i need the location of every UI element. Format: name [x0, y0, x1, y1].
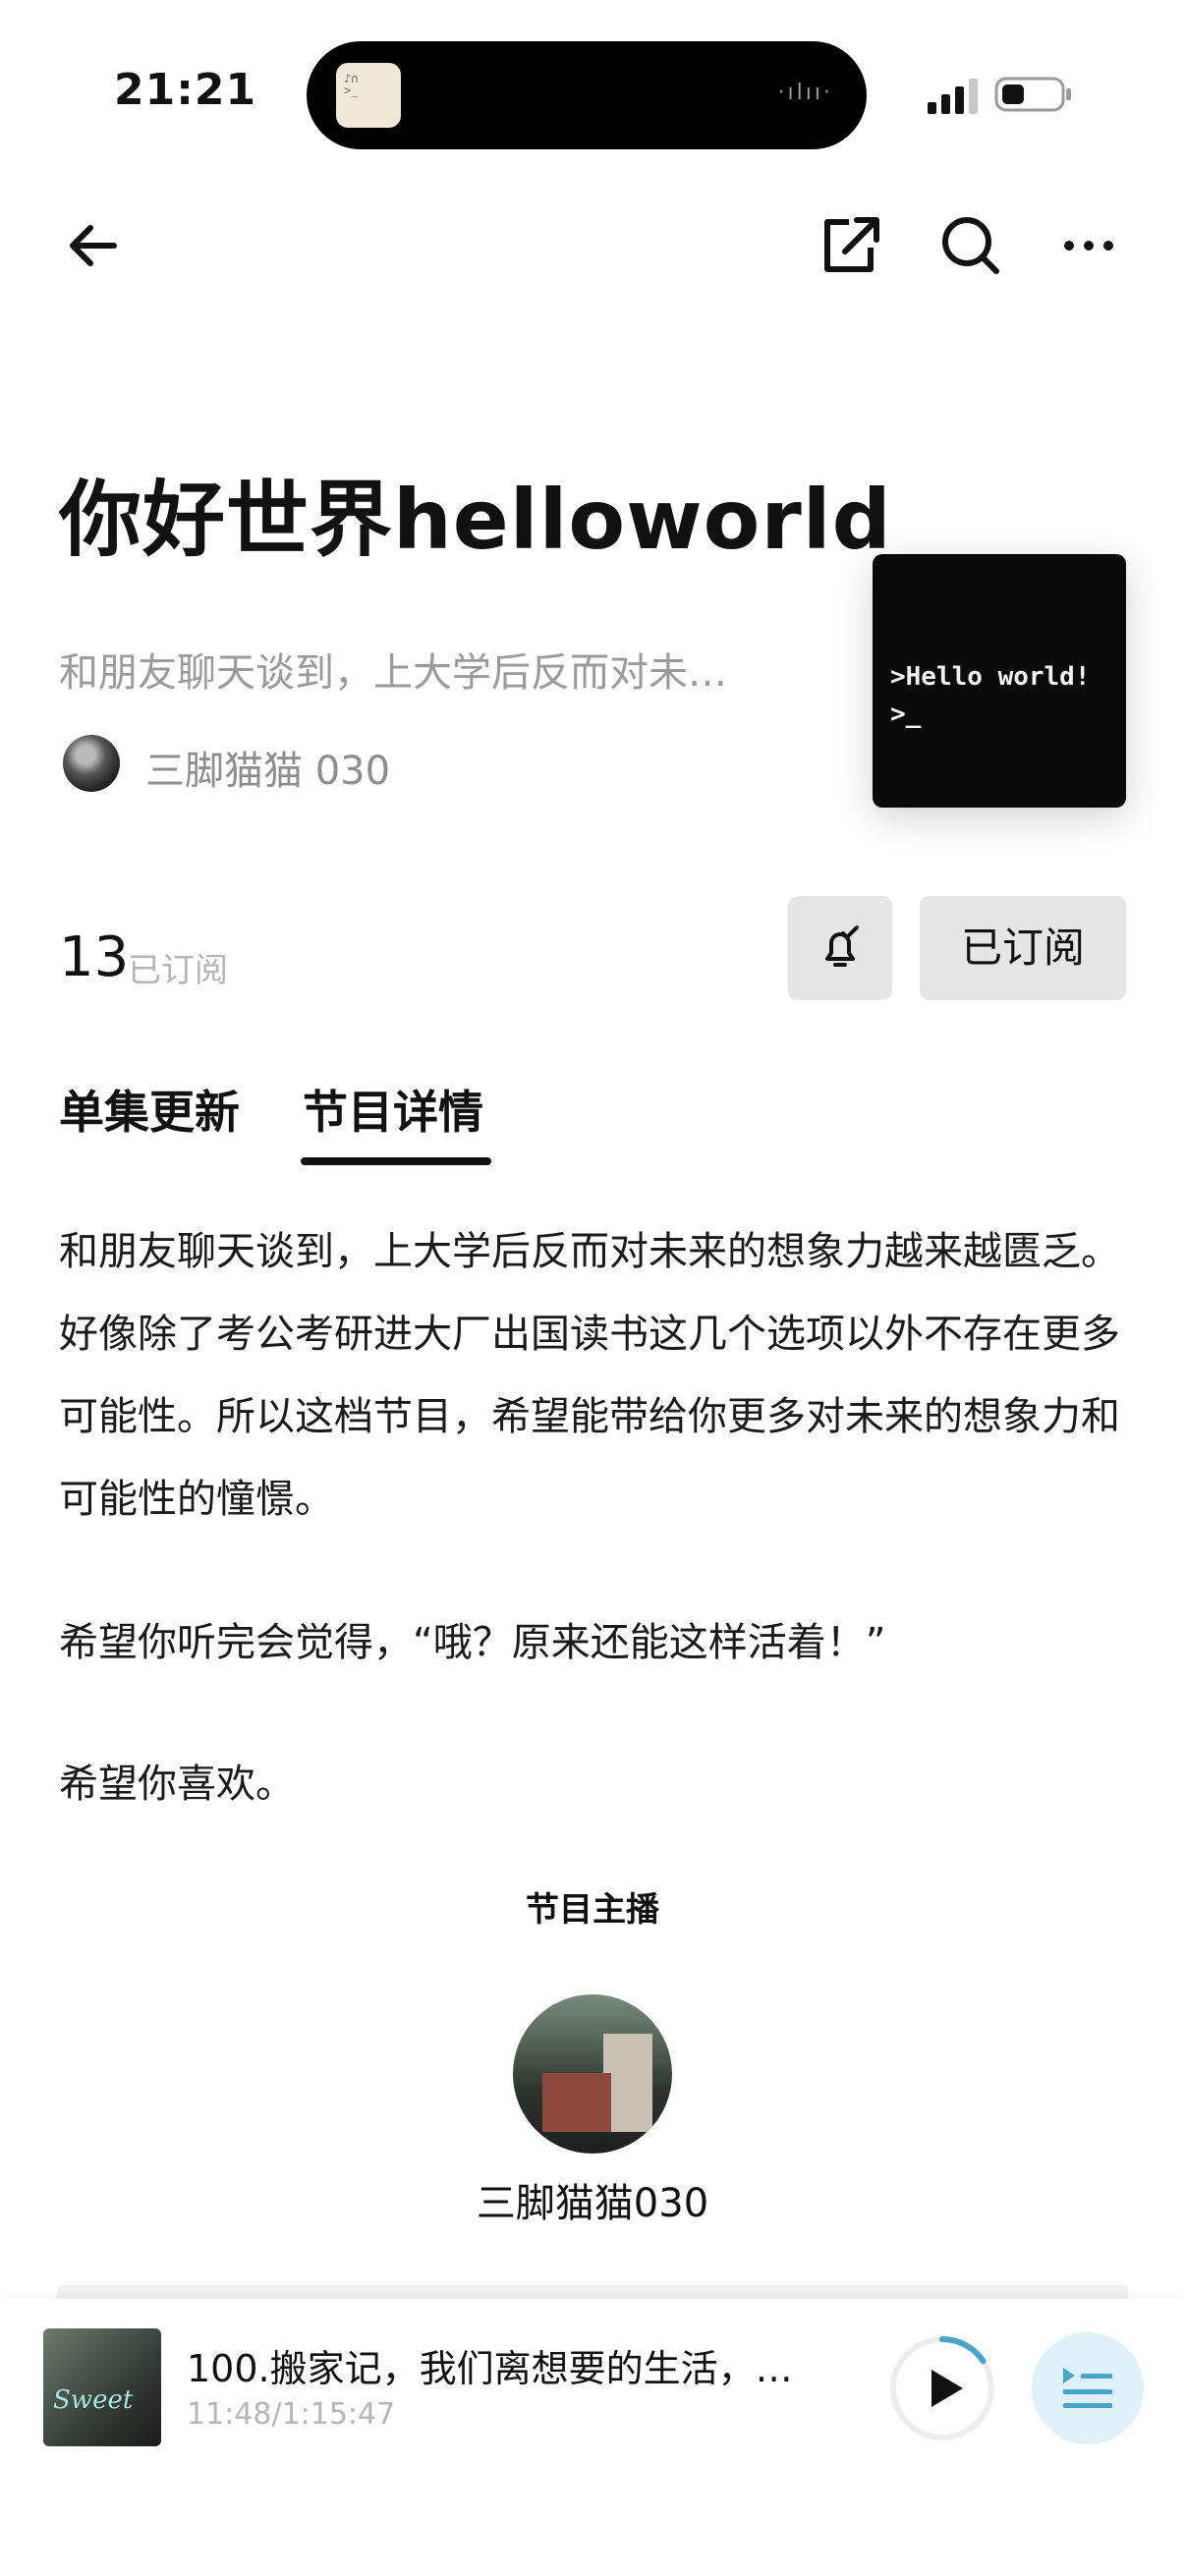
section-divider: [57, 2285, 1128, 2299]
host-large-name[interactable]: 三脚猫猫030: [0, 2171, 1185, 2228]
cover-line-1: >Hello world!: [890, 662, 1091, 692]
details-paragraph-2: 希望你听完会觉得，“哦？原来还能这样活着！”: [59, 1620, 886, 1665]
host-avatar[interactable]: [63, 735, 120, 792]
tab-details[interactable]: 节目详情: [303, 1077, 483, 1142]
more-options-icon[interactable]: [1045, 200, 1134, 289]
island-app-thumbnail: ♪∩ >_: [336, 63, 401, 128]
play-icon: [931, 2370, 963, 2407]
details-paragraph-1: 和朋友聊天谈到，上大学后反而对未来的想象力越来越匮乏。好像除了考公考研进大厂出国…: [59, 1229, 1120, 1522]
island-waveform-icon: ·ılıı·: [777, 81, 833, 105]
playlist-icon: [1063, 2368, 1112, 2408]
host-section-title: 节目主播: [526, 1890, 659, 1930]
bell-check-icon: [825, 925, 859, 967]
host-large-avatar[interactable]: [513, 1994, 672, 2154]
notification-bell-button[interactable]: [788, 896, 892, 1000]
subscriber-label: 已订阅: [128, 951, 228, 990]
subscribed-button[interactable]: 已订阅: [920, 896, 1126, 1000]
episode-time: 11:48/1:15:47: [187, 2397, 396, 2432]
cover-line-2: >_: [890, 700, 922, 729]
active-tab-indicator: [301, 1157, 491, 1165]
cellular-signal-icon: [928, 79, 978, 114]
details-paragraph-3: 希望你喜欢。: [59, 1762, 295, 1807]
podcast-short-description[interactable]: 和朋友聊天谈到，上大学后反而对未…: [59, 641, 766, 698]
podcast-title: 你好世界helloworld: [59, 472, 892, 568]
back-arrow-icon[interactable]: [51, 200, 140, 289]
host-name[interactable]: 三脚猫猫 030: [145, 739, 390, 796]
tab-episodes[interactable]: 单集更新: [59, 1077, 240, 1142]
subscriber-count: 13: [59, 925, 130, 989]
podcast-cover[interactable]: >Hello world! >_: [873, 554, 1126, 808]
dynamic-island[interactable]: ♪∩ >_ ·ılıı·: [307, 41, 867, 149]
episode-thumbnail[interactable]: Sweet: [43, 2328, 161, 2446]
episode-title[interactable]: 100.搬家记，我们离想要的生活，好…: [187, 2338, 825, 2392]
search-icon[interactable]: [926, 200, 1014, 289]
share-icon[interactable]: [806, 200, 894, 289]
status-time: 21:21: [114, 65, 257, 115]
battery-icon: [994, 77, 1071, 112]
playlist-button[interactable]: [1032, 2332, 1144, 2444]
play-button[interactable]: [886, 2332, 998, 2444]
